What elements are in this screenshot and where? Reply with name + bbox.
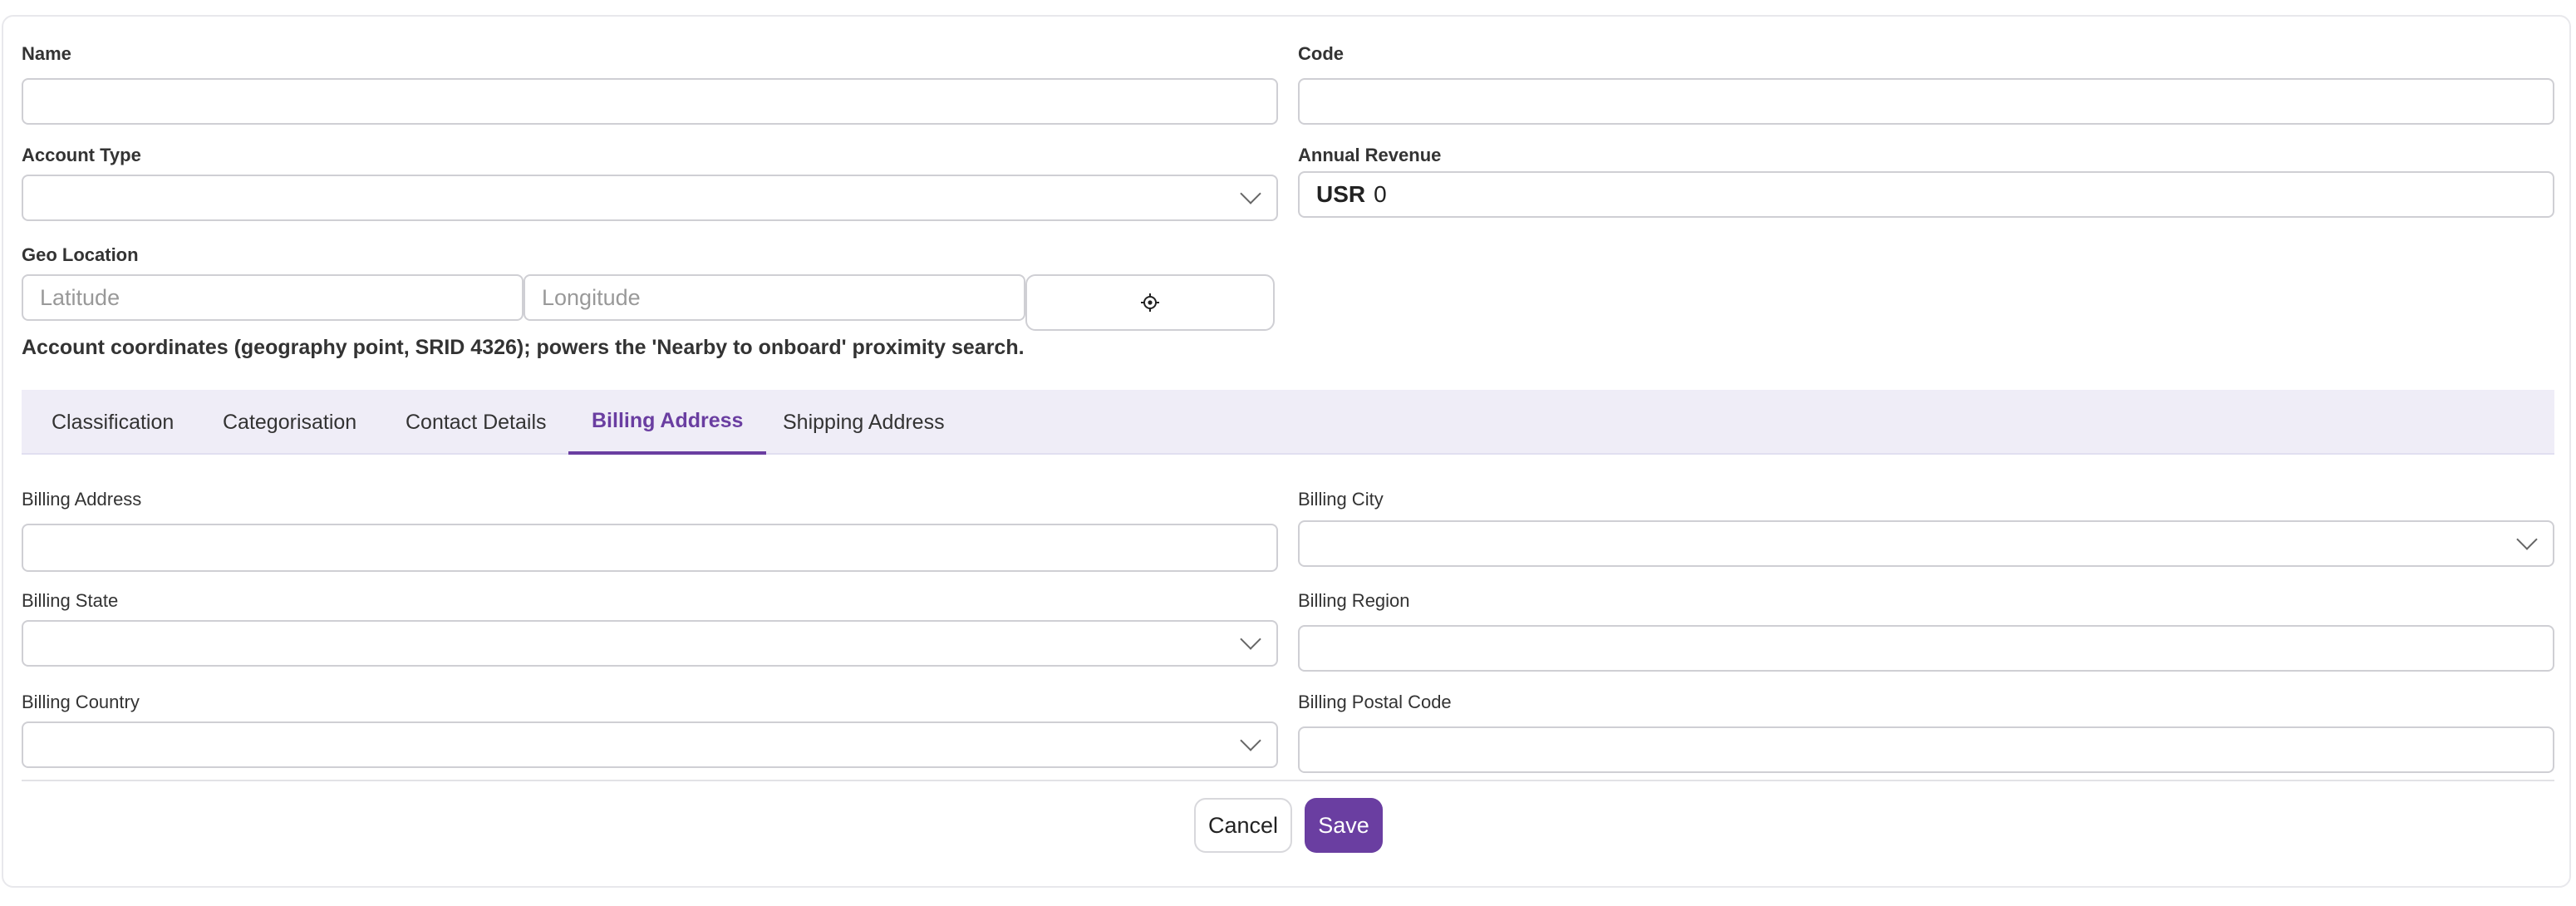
chevron-down-icon xyxy=(1240,628,1261,650)
chevron-down-icon xyxy=(1240,730,1261,751)
tab-contact-details[interactable]: Contact Details xyxy=(382,390,570,455)
form-divider xyxy=(22,780,2554,781)
crosshair-icon xyxy=(1141,293,1159,312)
annual-revenue-value: 0 xyxy=(1374,181,1387,207)
billing-country-label: Billing Country xyxy=(22,692,140,712)
billing-city-select[interactable] xyxy=(1298,520,2554,567)
name-input[interactable] xyxy=(22,78,1278,125)
billing-address-label: Billing Address xyxy=(22,489,142,510)
billing-state-select[interactable] xyxy=(22,620,1278,667)
name-label: Name xyxy=(22,43,71,64)
billing-country-select[interactable] xyxy=(22,721,1278,768)
account-type-label: Account Type xyxy=(22,145,141,165)
code-label: Code xyxy=(1298,43,1344,64)
geo-location-label: Geo Location xyxy=(22,244,139,265)
annual-revenue-label: Annual Revenue xyxy=(1298,145,1442,165)
latitude-input[interactable]: Latitude xyxy=(22,274,524,321)
chevron-down-icon xyxy=(1240,183,1261,204)
billing-postal-code-label: Billing Postal Code xyxy=(1298,692,1452,712)
cancel-button[interactable]: Cancel xyxy=(1194,798,1292,853)
annual-revenue-input[interactable]: USR 0 xyxy=(1298,171,2554,218)
currency-code: USR xyxy=(1316,181,1366,207)
longitude-input[interactable]: Longitude xyxy=(524,274,1025,321)
billing-postal-code-input[interactable] xyxy=(1298,726,2554,773)
billing-state-label: Billing State xyxy=(22,590,119,611)
locate-button[interactable] xyxy=(1025,274,1275,331)
billing-region-label: Billing Region xyxy=(1298,590,1410,611)
latitude-placeholder: Latitude xyxy=(40,284,120,310)
billing-address-input[interactable] xyxy=(22,524,1278,572)
billing-region-input[interactable] xyxy=(1298,625,2554,672)
tab-classification[interactable]: Classification xyxy=(28,390,197,455)
save-button[interactable]: Save xyxy=(1305,798,1383,853)
tab-shipping-address[interactable]: Shipping Address xyxy=(760,390,968,455)
geo-location-hint: Account coordinates (geography point, SR… xyxy=(22,336,1025,359)
chevron-down-icon xyxy=(2516,529,2538,550)
longitude-placeholder: Longitude xyxy=(542,284,641,310)
tab-billing-address[interactable]: Billing Address xyxy=(568,390,767,455)
address-tabs: Classification Categorisation Contact De… xyxy=(22,390,2554,455)
account-type-select[interactable] xyxy=(22,175,1278,221)
code-input[interactable] xyxy=(1298,78,2554,125)
billing-city-label: Billing City xyxy=(1298,489,1384,510)
tab-categorisation[interactable]: Categorisation xyxy=(199,390,380,455)
